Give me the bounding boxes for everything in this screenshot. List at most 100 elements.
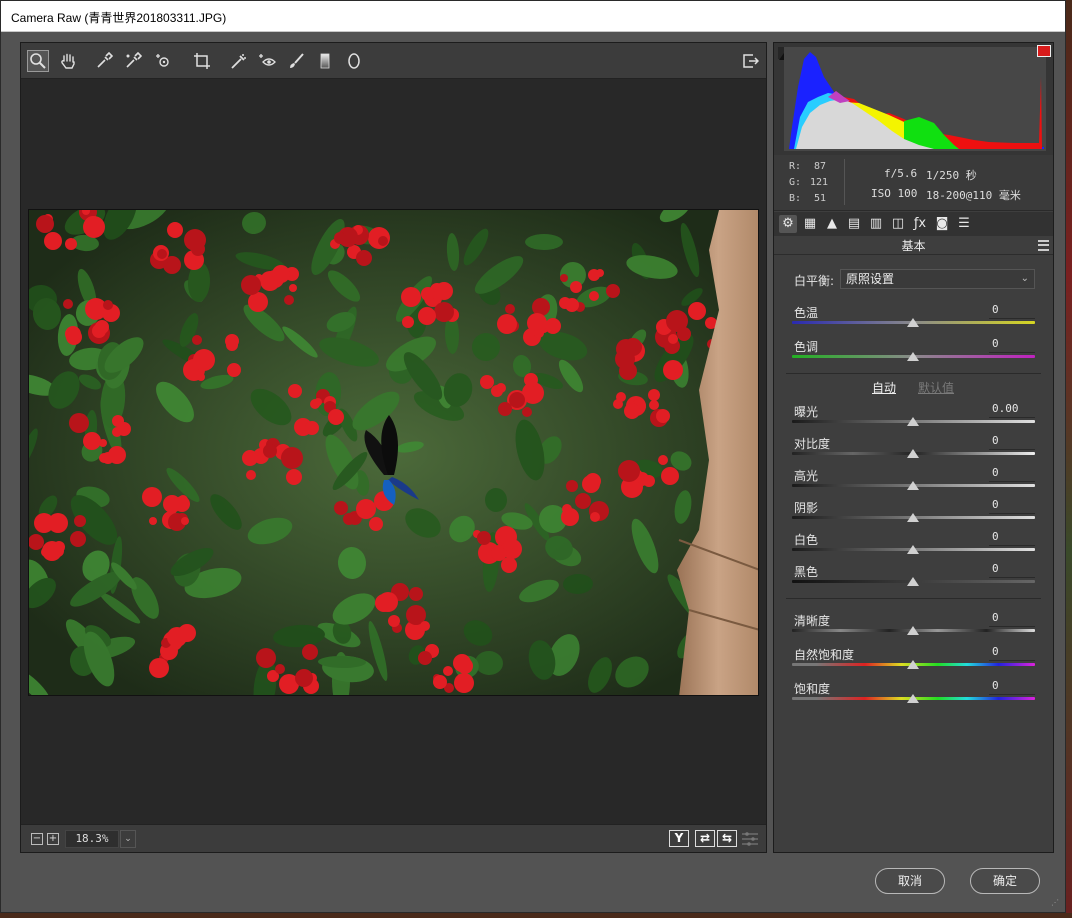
tab-effects[interactable]: ƒx [911,215,929,233]
radial-filter-tool-button[interactable] [343,50,365,72]
hand-tool-button[interactable] [57,50,79,72]
zoom-level-field[interactable]: 18.3% [65,830,119,848]
before-after-toggle-button[interactable]: Y [669,830,689,847]
tab-camera-calibration[interactable]: ◙ [933,215,951,233]
contrast-slider-thumb[interactable] [907,449,919,458]
contrast-value-field[interactable]: 0 [989,434,1035,450]
focal-length-value: 18-200@110 毫米 [926,189,1021,202]
temp-value-field[interactable]: 0 [989,303,1035,319]
temp-slider-thumb[interactable] [907,318,919,327]
blacks-value-field[interactable]: 0 [989,562,1035,578]
graduated-filter-tool-button[interactable] [314,50,336,72]
vibrance-slider-thumb[interactable] [907,660,919,669]
tab-basic[interactable]: ⚙ [779,215,797,233]
tab-lens[interactable]: ◫ [889,215,907,233]
preview-settings-icon[interactable] [741,831,759,847]
presets-icon: ☰ [958,216,970,231]
spot-removal-icon [231,54,246,69]
tab-tone-curve[interactable]: ▦ [801,215,819,233]
default-link[interactable]: 默认值 [918,379,954,396]
crop-tool-button[interactable] [191,50,213,72]
background-strip [1066,0,1072,918]
whites-value-field[interactable]: 0 [989,530,1035,546]
highlights-label: 高光 [794,469,819,483]
highlight-clipping-warning-icon[interactable] [1037,45,1051,57]
color-sampler-tool-button[interactable] [122,50,144,72]
targeted-adjustment-tool-button[interactable] [152,50,174,72]
hand-icon [61,53,75,69]
histogram-plot [784,47,1046,151]
split-toning-icon: ▥ [869,216,883,231]
shadows-value-field[interactable]: 0 [989,498,1035,514]
flower-photo [29,210,758,695]
clarity-slider-thumb[interactable] [907,626,919,635]
highlights-slider-thumb[interactable] [907,481,919,490]
blacks-label: 黑色 [794,565,819,579]
hsl-icon: ▤ [847,216,861,231]
tint-label: 色调 [794,340,819,354]
fx-icon: ƒx [913,216,927,231]
zoom-in-button[interactable]: + [47,833,59,845]
exposure-label: 曝光 [794,405,819,419]
saturation-value-field[interactable]: 0 [989,679,1035,695]
tool-bar [21,43,766,79]
tab-detail[interactable]: ▲ [823,215,841,233]
background-strip-bottom [0,913,1072,918]
shutter-speed-value: 1/250 秒 [926,169,977,182]
b-label: B: [789,193,802,204]
section-divider [786,373,1041,374]
exposure-slider-thumb[interactable] [907,417,919,426]
ok-button[interactable]: 确定 [970,868,1040,894]
aperture-icon: ⚙ [782,216,794,231]
aperture-value: f/5.6 [884,167,918,180]
r-value: 87 [814,161,827,172]
tab-hsl[interactable]: ▤ [845,215,863,233]
window-title: Camera Raw (青青世界201803311.JPG) [11,11,227,25]
image-preview[interactable] [28,209,759,696]
white-balance-tool-button[interactable] [93,50,115,72]
highlights-value-field[interactable]: 0 [989,466,1035,482]
clarity-value-field[interactable]: 0 [989,611,1035,627]
vibrance-label: 自然饱和度 [794,648,855,662]
tab-presets[interactable]: ☰ [955,215,973,233]
blacks-slider-thumb[interactable] [907,577,919,586]
tone-curve-icon: ▦ [803,216,817,231]
shadows-slider-thumb[interactable] [907,513,919,522]
histogram [774,43,1053,155]
camera-raw-window: Camera Raw (青青世界201803311.JPG) − + 18.3%… [0,0,1066,913]
red-eye-tool-button[interactable] [256,50,278,72]
cancel-button[interactable]: 取消 [875,868,945,894]
eyedropper-icon [97,52,113,68]
zoom-dropdown[interactable]: ⌄ [120,830,136,848]
r-label: R: [789,161,802,172]
saturation-label: 饱和度 [794,682,831,696]
white-balance-label: 白平衡: [794,274,835,288]
tab-split-toning[interactable]: ▥ [867,215,885,233]
info-separator [844,159,845,205]
g-label: G: [789,177,802,188]
swap-settings-button[interactable]: ⇄ [695,830,715,847]
magnifier-icon [30,53,46,69]
tint-value-field[interactable]: 0 [989,337,1035,353]
preview-panel: − + 18.3% ⌄ Y ⇄ ⇆ [20,42,767,853]
resize-grip-icon[interactable]: ⋰ [1051,898,1061,908]
contrast-label: 对比度 [794,437,831,451]
white-balance-select[interactable]: 原照设置 ⌄ [840,269,1035,289]
temp-label: 色温 [794,306,819,320]
panel-tabs: ⚙ ▦ ▲ ▤ ▥ ◫ ƒx ◙ ☰ [774,212,1053,236]
saturation-slider-thumb[interactable] [907,694,919,703]
open-export-button[interactable] [739,50,761,72]
section-title: 基本 [774,237,1053,255]
spot-removal-tool-button[interactable] [227,50,249,72]
copy-settings-button[interactable]: ⇆ [717,830,737,847]
whites-slider-thumb[interactable] [907,545,919,554]
exposure-value-field[interactable]: 0.00 [989,402,1035,418]
auto-link[interactable]: 自动 [872,379,896,396]
adjustments-panel: R: 87 G: 121 B: 51 f/5.6 1/250 秒 ISO 100… [773,42,1054,853]
zoom-tool-button[interactable] [27,50,49,72]
adjustment-brush-tool-button[interactable] [285,50,307,72]
panel-menu-icon[interactable] [1038,240,1049,251]
tint-slider-thumb[interactable] [907,352,919,361]
zoom-out-button[interactable]: − [31,833,43,845]
vibrance-value-field[interactable]: 0 [989,645,1035,661]
